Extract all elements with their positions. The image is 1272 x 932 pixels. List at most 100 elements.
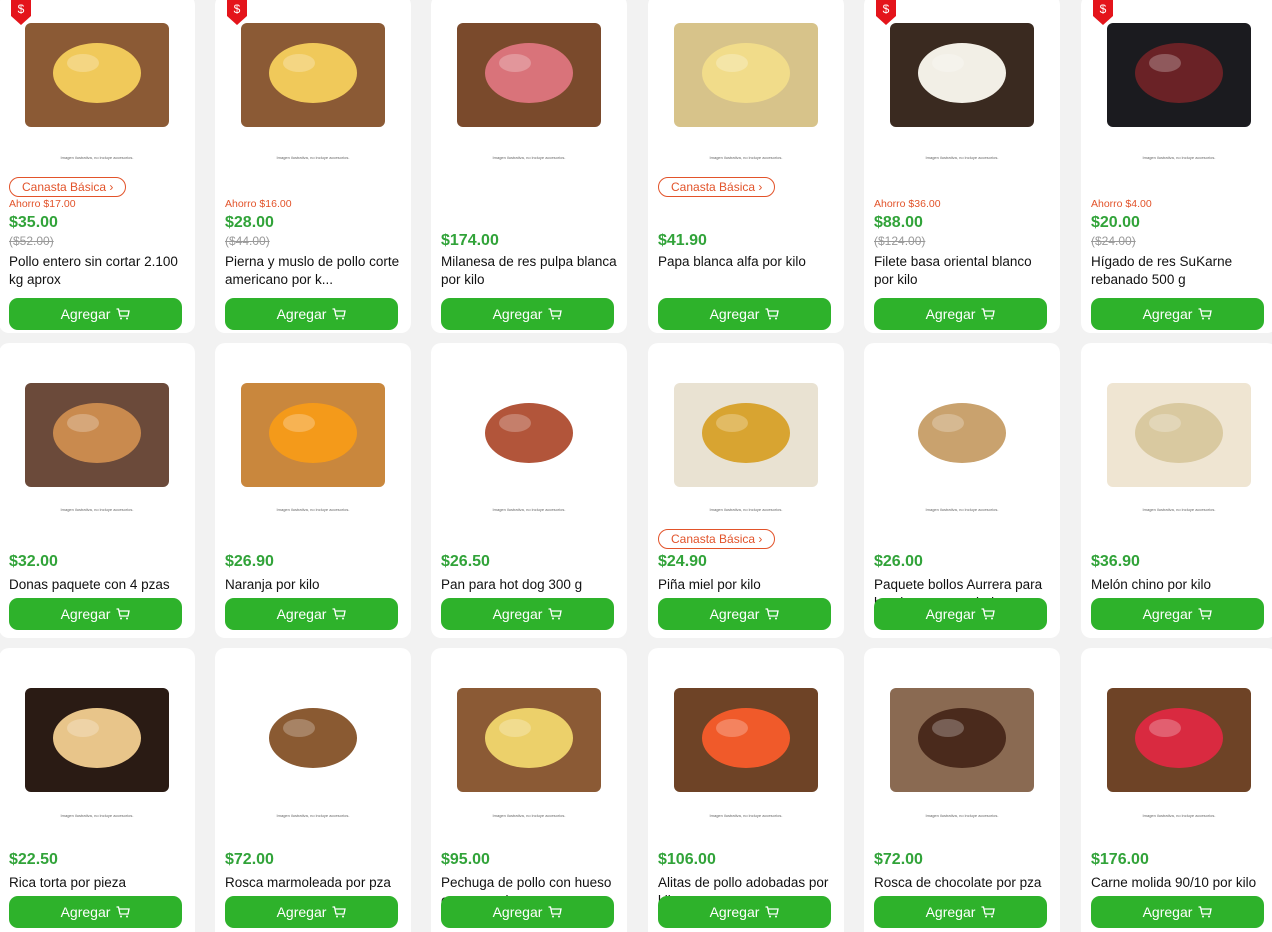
product-image[interactable]: [431, 360, 627, 510]
add-to-cart-button[interactable]: Agregar: [441, 598, 614, 630]
product-card[interactable]: $ Imagen ilustrativa, no incluye accesori…: [1081, 0, 1272, 333]
product-image[interactable]: [215, 665, 411, 815]
product-title[interactable]: Filete basa oriental blanco por kilo: [874, 253, 1052, 289]
add-label: Agregar: [60, 904, 111, 920]
product-image[interactable]: [648, 360, 844, 510]
product-card[interactable]: $ Imagen ilustrativa, no incluye accesori…: [0, 0, 195, 333]
canasta-basica-badge[interactable]: Canasta Básica ›: [658, 529, 776, 549]
badge-label: Canasta Básica: [671, 532, 756, 546]
image-disclaimer: Imagen ilustrativa, no incluye accesorio…: [276, 507, 350, 512]
whole-chicken-icon: [25, 3, 169, 147]
add-to-cart-button[interactable]: Agregar: [658, 896, 831, 928]
svg-text:$: $: [1100, 2, 1107, 16]
product-card[interactable]: Imagen ilustrativa, no incluye accesorio…: [1081, 648, 1272, 932]
product-title[interactable]: Rica torta por pieza: [9, 874, 187, 892]
product-card[interactable]: $ Imagen ilustrativa, no incluye accesori…: [864, 0, 1060, 333]
price: $35.00: [9, 214, 58, 231]
melon-icon: [1107, 363, 1251, 507]
image-disclaimer: Imagen ilustrativa, no incluye accesorio…: [276, 813, 350, 818]
product-image[interactable]: [864, 360, 1060, 510]
product-title[interactable]: Papa blanca alfa por kilo: [658, 253, 836, 271]
product-title[interactable]: Rosca de chocolate por pza: [874, 874, 1052, 892]
product-card[interactable]: Imagen ilustrativa, no incluye accesorio…: [648, 0, 844, 333]
product-image[interactable]: [0, 665, 195, 815]
product-image[interactable]: [215, 360, 411, 510]
product-title[interactable]: Naranja por kilo: [225, 576, 403, 594]
price: $22.50: [9, 851, 58, 868]
image-disclaimer: Imagen ilustrativa, no incluye accesorio…: [1142, 155, 1216, 160]
image-disclaimer: Imagen ilustrativa, no incluye accesorio…: [925, 813, 999, 818]
add-to-cart-button[interactable]: Agregar: [225, 896, 398, 928]
cart-icon: [548, 906, 563, 918]
product-image[interactable]: [0, 360, 195, 510]
add-label: Agregar: [709, 306, 760, 322]
product-card[interactable]: Imagen ilustrativa, no incluye accesorio…: [215, 648, 411, 932]
product-image[interactable]: [431, 665, 627, 815]
product-title[interactable]: Donas paquete con 4 pzas: [9, 576, 187, 594]
donuts-icon: [25, 363, 169, 507]
svg-text:$: $: [234, 2, 241, 16]
add-to-cart-button[interactable]: Agregar: [225, 298, 398, 330]
add-to-cart-button[interactable]: Agregar: [441, 298, 614, 330]
product-grid: $ Imagen ilustrativa, no incluye accesori…: [0, 0, 1272, 932]
product-image[interactable]: [1081, 665, 1272, 815]
add-to-cart-button[interactable]: Agregar: [874, 896, 1047, 928]
add-to-cart-button[interactable]: Agregar: [1091, 298, 1264, 330]
price: $24.90: [658, 553, 707, 570]
add-to-cart-button[interactable]: Agregar: [9, 298, 182, 330]
add-label: Agregar: [60, 606, 111, 622]
product-image[interactable]: [864, 665, 1060, 815]
chevron-right-icon: ›: [758, 180, 763, 194]
add-to-cart-button[interactable]: Agregar: [874, 298, 1047, 330]
product-card[interactable]: Imagen ilustrativa, no incluye accesorio…: [431, 343, 627, 638]
product-card[interactable]: Imagen ilustrativa, no incluye accesorio…: [431, 0, 627, 333]
image-disclaimer: Imagen ilustrativa, no incluye accesorio…: [276, 155, 350, 160]
product-title[interactable]: Melón chino por kilo: [1091, 576, 1269, 594]
product-card[interactable]: Imagen ilustrativa, no incluye accesorio…: [1081, 343, 1272, 638]
add-to-cart-button[interactable]: Agregar: [9, 598, 182, 630]
add-to-cart-button[interactable]: Agregar: [658, 598, 831, 630]
add-to-cart-button[interactable]: Agregar: [225, 598, 398, 630]
canasta-basica-badge[interactable]: Canasta Básica ›: [9, 177, 127, 197]
product-card[interactable]: $ Imagen ilustrativa, no incluye accesori…: [215, 0, 411, 333]
chocolate-cake-icon: [890, 668, 1034, 812]
product-card[interactable]: Imagen ilustrativa, no incluye accesorio…: [648, 648, 844, 932]
product-card[interactable]: Imagen ilustrativa, no incluye accesorio…: [864, 648, 1060, 932]
product-card[interactable]: Imagen ilustrativa, no incluye accesorio…: [215, 343, 411, 638]
product-image[interactable]: [1081, 360, 1272, 510]
product-card[interactable]: Imagen ilustrativa, no incluye accesorio…: [0, 648, 195, 932]
product-card[interactable]: Imagen ilustrativa, no incluye accesorio…: [648, 343, 844, 638]
product-title[interactable]: Pan para hot dog 300 g: [441, 576, 619, 594]
product-card[interactable]: Imagen ilustrativa, no incluye accesorio…: [0, 343, 195, 638]
product-title[interactable]: Pollo entero sin cortar 2.100 kg aprox: [9, 253, 187, 289]
add-to-cart-button[interactable]: Agregar: [658, 298, 831, 330]
canasta-basica-badge[interactable]: Canasta Básica ›: [658, 177, 776, 197]
add-label: Agregar: [276, 904, 327, 920]
add-to-cart-button[interactable]: Agregar: [1091, 598, 1264, 630]
product-image[interactable]: [431, 0, 627, 150]
add-to-cart-button[interactable]: Agregar: [441, 896, 614, 928]
product-title[interactable]: Carne molida 90/10 por kilo: [1091, 874, 1269, 892]
cart-icon: [765, 608, 780, 620]
badge-label: Canasta Básica: [671, 180, 756, 194]
svg-text:$: $: [18, 2, 25, 16]
product-title[interactable]: Piña miel por kilo: [658, 576, 836, 594]
product-image[interactable]: [648, 665, 844, 815]
chicken-breast-icon: [457, 668, 601, 812]
product-image[interactable]: [648, 0, 844, 150]
product-title[interactable]: Pierna y muslo de pollo corte americano …: [225, 253, 403, 289]
add-to-cart-button[interactable]: Agregar: [1091, 896, 1264, 928]
add-label: Agregar: [1142, 306, 1193, 322]
svg-text:$: $: [883, 2, 890, 16]
product-title[interactable]: Milanesa de res pulpa blanca por kilo: [441, 253, 619, 289]
cart-icon: [332, 906, 347, 918]
add-to-cart-button[interactable]: Agregar: [9, 896, 182, 928]
product-title[interactable]: Hígado de res SuKarne rebanado 500 g: [1091, 253, 1269, 289]
old-price: ($52.00): [9, 234, 54, 248]
add-label: Agregar: [492, 306, 543, 322]
promo-flag-icon: $: [11, 0, 31, 25]
product-card[interactable]: Imagen ilustrativa, no incluye accesorio…: [431, 648, 627, 932]
add-to-cart-button[interactable]: Agregar: [874, 598, 1047, 630]
product-title[interactable]: Rosca marmoleada por pza: [225, 874, 403, 892]
product-card[interactable]: Imagen ilustrativa, no incluye accesorio…: [864, 343, 1060, 638]
